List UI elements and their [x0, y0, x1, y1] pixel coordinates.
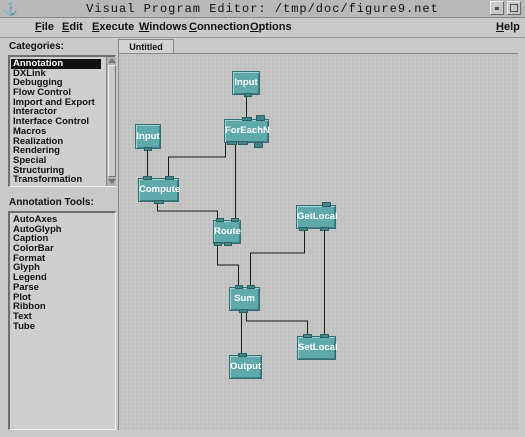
node-foreachn[interactable]: ForEachN: [224, 115, 270, 148]
tools-list[interactable]: AutoAxes AutoGlyph Caption ColorBar Format Gl…: [8, 211, 116, 430]
node-getlocal[interactable]: GetLocal: [296, 202, 338, 231]
tab-untitled[interactable]: Untitled: [118, 39, 174, 54]
node-label: Input: [234, 76, 258, 88]
input-port[interactable]: [238, 353, 247, 357]
node-label: SetLocal: [298, 341, 338, 353]
output-port[interactable]: [214, 242, 222, 246]
tool-item[interactable]: Tube: [11, 321, 62, 332]
menu-help[interactable]: Help: [496, 21, 520, 33]
tools-label: Annotation Tools:: [9, 197, 94, 208]
node-compute[interactable]: Compute: [138, 176, 181, 204]
input-port[interactable]: [216, 218, 224, 222]
output-port[interactable]: [254, 142, 263, 148]
input-port[interactable]: [235, 285, 243, 289]
minimize-button[interactable]: [490, 1, 504, 15]
output-port[interactable]: [144, 147, 152, 151]
menu-windows[interactable]: Windows: [139, 21, 187, 33]
node-input-top[interactable]: Input: [232, 71, 260, 97]
input-port[interactable]: [320, 334, 329, 338]
node-label: Route: [214, 225, 241, 237]
wire-sum-setlocal: [246, 311, 308, 335]
wire-route-sum: [217, 243, 239, 288]
categories-label: Categories:: [9, 41, 65, 52]
menu-options[interactable]: Options: [250, 21, 292, 33]
categories-scrollbar[interactable]: [106, 57, 116, 186]
node-label: Output: [230, 360, 262, 372]
menu-file[interactable]: File: [35, 21, 54, 33]
node-sum[interactable]: Sum: [229, 285, 260, 313]
menu-execute[interactable]: Execute: [92, 21, 134, 33]
output-port[interactable]: [320, 227, 329, 231]
menu-connection[interactable]: Connection: [189, 21, 250, 33]
network-canvas[interactable]: Input ForEachN Input Compute Route GetLo…: [118, 53, 518, 430]
node-route[interactable]: Route: [213, 218, 241, 246]
node-setlocal[interactable]: SetLocal: [297, 334, 338, 360]
node-label: Input: [136, 130, 160, 142]
output-port[interactable]: [244, 93, 252, 97]
window-title: Visual Program Editor: /tmp/doc/figure9.…: [86, 2, 439, 16]
categories-list[interactable]: Annotation DXLink Debugging Flow Control Imp…: [8, 55, 116, 187]
output-port[interactable]: [299, 227, 308, 231]
input-port[interactable]: [322, 202, 331, 207]
scroll-down-icon[interactable]: [108, 179, 116, 184]
node-output[interactable]: Output: [229, 353, 262, 379]
input-port[interactable]: [165, 176, 174, 180]
wire-compute-route: [157, 202, 218, 219]
connection-wires: [147, 96, 325, 354]
node-label: Compute: [139, 183, 181, 195]
node-input-left[interactable]: Input: [135, 124, 161, 151]
menu-bar: File Edit Execute Windows Connection Opt…: [0, 18, 525, 38]
node-label: Sum: [234, 292, 255, 304]
scroll-thumb[interactable]: [108, 65, 116, 177]
output-port[interactable]: [154, 200, 164, 204]
wire-foreachn-compute: [168, 143, 226, 179]
output-port[interactable]: [238, 141, 248, 145]
input-port[interactable]: [231, 218, 239, 222]
output-port[interactable]: [227, 141, 237, 145]
output-port[interactable]: [224, 242, 232, 246]
input-port[interactable]: [303, 334, 312, 338]
category-item[interactable]: Transformation: [11, 175, 101, 185]
input-port[interactable]: [256, 115, 265, 121]
menu-edit[interactable]: Edit: [62, 21, 83, 33]
node-label: ForEachN: [225, 124, 270, 136]
node-label: GetLocal: [297, 210, 338, 222]
input-port[interactable]: [247, 285, 255, 289]
input-port[interactable]: [242, 117, 252, 121]
input-port[interactable]: [143, 176, 152, 180]
title-bar: ⚓ Visual Program Editor: /tmp/doc/figure…: [0, 0, 525, 18]
output-port[interactable]: [239, 309, 248, 313]
wire-getlocal-sum: [250, 229, 305, 288]
scroll-up-icon[interactable]: [108, 58, 116, 63]
maximize-button[interactable]: [507, 1, 521, 15]
